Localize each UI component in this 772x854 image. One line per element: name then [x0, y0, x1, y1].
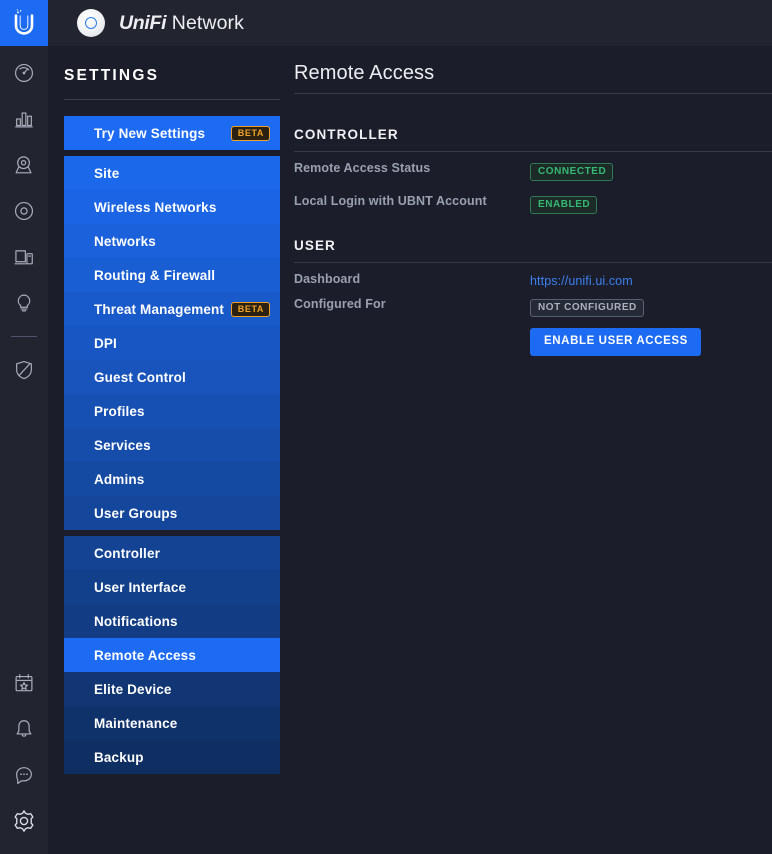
sidebar-item-backup[interactable]: Backup — [64, 740, 280, 774]
row-value-configured-for: NOT CONFIGURED — [530, 297, 644, 317]
sidebar-item-elite-device[interactable]: Elite Device — [64, 672, 280, 706]
events-calendar-star-icon[interactable] — [0, 660, 48, 706]
sidebar-item-notifications[interactable]: Notifications — [64, 604, 280, 638]
sidebar-item-guest-control[interactable]: Guest Control — [64, 360, 280, 394]
sidebar-item-networks[interactable]: Networks — [64, 224, 280, 258]
sidebar-item-label: Services — [94, 437, 151, 453]
sidebar-item-label: Admins — [94, 471, 145, 487]
settings-menu-group-top: Try New Settings BETA — [64, 116, 280, 150]
sidebar-item-label: Notifications — [94, 613, 178, 629]
row-label-local-login: Local Login with UBNT Account — [294, 194, 487, 208]
sidebar-item-label: Threat Management — [94, 301, 225, 317]
top-bar: UniFi Network — [0, 0, 772, 46]
sidebar-item-remote-access[interactable]: Remote Access — [64, 638, 296, 672]
sidebar-item-wireless-networks[interactable]: Wireless Networks — [64, 190, 280, 224]
alerts-bell-icon[interactable] — [0, 706, 48, 752]
dashboard-link[interactable]: https://unifi.ui.com — [530, 274, 633, 288]
beta-badge: BETA — [230, 301, 270, 317]
settings-sidebar: SETTINGS Try New Settings BETA Site Wirele… — [48, 46, 296, 854]
section-divider-user — [294, 262, 772, 263]
sidebar-item-label: Controller — [94, 545, 161, 561]
row-value-remote-access-status: CONNECTED — [530, 161, 614, 181]
settings-heading: SETTINGS — [64, 67, 160, 84]
insights-bulb-icon[interactable] — [0, 280, 48, 326]
map-pin-icon[interactable] — [0, 142, 48, 188]
gear-icon[interactable] — [0, 798, 48, 844]
row-label-remote-access-status: Remote Access Status — [294, 161, 431, 175]
row-dashboard: Dashboard https://unifi.ui.com — [294, 272, 772, 292]
dashboard-gauge-icon[interactable] — [0, 50, 48, 96]
shield-slash-icon[interactable] — [0, 347, 48, 393]
row-configured-for: Configured For NOT CONFIGURED — [294, 297, 772, 317]
beta-badge: BETA — [230, 125, 270, 141]
sidebar-item-label: Elite Device — [94, 681, 172, 697]
settings-menu: Try New Settings BETA Site Wireless Networ… — [64, 116, 296, 774]
sidebar-item-label: Routing & Firewall — [94, 267, 216, 283]
section-divider-controller — [294, 151, 772, 152]
chat-bubble-icon[interactable] — [0, 752, 48, 798]
devices-circle-icon[interactable] — [0, 188, 48, 234]
status-badge-enabled: ENABLED — [530, 196, 598, 214]
brand-unifi: UniFi — [119, 11, 167, 34]
unifi-network-app: UniFi Network SETTINGS Try New Settings … — [0, 0, 772, 854]
row-value-local-login: ENABLED — [530, 194, 598, 214]
sidebar-item-label: Maintenance — [94, 715, 178, 731]
settings-heading-divider — [64, 99, 280, 100]
sidebar-item-label: Remote Access — [94, 647, 197, 663]
ubiquiti-u-logo-icon[interactable] — [0, 0, 48, 46]
page-title-divider — [294, 93, 772, 94]
access-point-ring — [85, 17, 97, 29]
row-remote-access-status: Remote Access Status CONNECTED — [294, 161, 772, 181]
sidebar-item-routing-and-firewall[interactable]: Routing & Firewall — [64, 258, 280, 292]
status-badge-connected: CONNECTED — [530, 163, 614, 181]
sidebar-item-label: DPI — [94, 335, 117, 351]
section-heading-user: USER — [294, 238, 336, 253]
sidebar-item-try-new-settings[interactable]: Try New Settings BETA — [64, 116, 280, 150]
sidebar-item-label: User Interface — [94, 579, 187, 595]
sidebar-item-threat-management[interactable]: Threat Management BETA — [64, 292, 280, 326]
sidebar-item-user-groups[interactable]: User Groups — [64, 496, 280, 530]
sidebar-item-label: Networks — [94, 233, 156, 249]
sidebar-item-controller[interactable]: Controller — [64, 536, 280, 570]
left-icon-rail — [0, 46, 48, 854]
sidebar-item-profiles[interactable]: Profiles — [64, 394, 280, 428]
access-point-icon — [77, 9, 105, 37]
sidebar-item-label: User Groups — [94, 505, 178, 521]
sidebar-item-label: Profiles — [94, 403, 145, 419]
sidebar-item-site[interactable]: Site — [64, 156, 280, 190]
sidebar-item-label: Backup — [94, 749, 144, 765]
statistics-bars-icon[interactable] — [0, 96, 48, 142]
sidebar-item-services[interactable]: Services — [64, 428, 280, 462]
sidebar-item-label: Site — [94, 165, 120, 181]
sidebar-item-admins[interactable]: Admins — [64, 462, 280, 496]
sidebar-item-user-interface[interactable]: User Interface — [64, 570, 280, 604]
enable-user-access-button[interactable]: ENABLE USER ACCESS — [530, 328, 701, 356]
row-label-dashboard: Dashboard — [294, 272, 361, 286]
rail-divider — [11, 336, 37, 337]
sidebar-item-dpi[interactable]: DPI — [64, 326, 280, 360]
clients-screen-icon[interactable] — [0, 234, 48, 280]
row-value-dashboard: https://unifi.ui.com — [530, 272, 633, 290]
brand-network: Network — [171, 11, 244, 34]
sidebar-item-maintenance[interactable]: Maintenance — [64, 706, 280, 740]
row-local-login: Local Login with UBNT Account ENABLED — [294, 194, 772, 214]
sidebar-item-label: Wireless Networks — [94, 199, 217, 215]
sidebar-item-label: Try New Settings — [94, 125, 206, 141]
settings-menu-group-controller: Controller User Interface Notifications Rem… — [64, 536, 296, 774]
settings-menu-group-main: Site Wireless Networks Networks Routing & F… — [64, 156, 280, 530]
page-title: Remote Access — [294, 62, 435, 84]
brand-title: UniFi Network — [119, 12, 244, 35]
rail-bottom-group — [0, 660, 48, 844]
main-content: Remote Access CONTROLLER Remote Access S… — [280, 46, 772, 854]
status-badge-not-configured: NOT CONFIGURED — [530, 299, 644, 317]
row-label-configured-for: Configured For — [294, 297, 386, 311]
section-heading-controller: CONTROLLER — [294, 127, 399, 142]
sidebar-item-label: Guest Control — [94, 369, 186, 385]
